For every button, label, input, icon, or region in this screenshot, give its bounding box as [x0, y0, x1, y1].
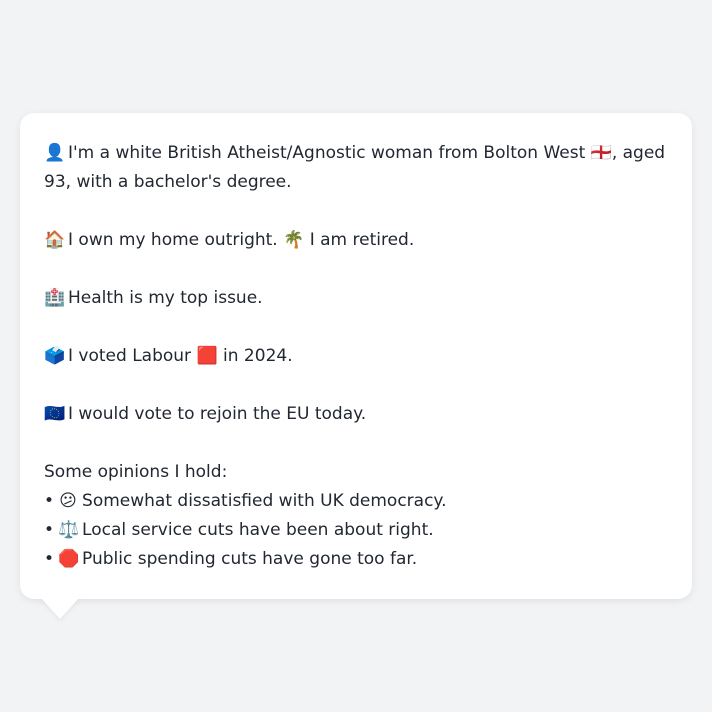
vote-year-text: in 2024. [223, 346, 293, 366]
opinions-list: • 😕 Somewhat dissatisfied with UK democrac… [44, 487, 668, 574]
ballot-box-icon: 🗳️ [44, 346, 66, 366]
retired-text: I am retired. [309, 230, 415, 250]
bullet: • [44, 491, 55, 511]
list-item: • 😕 Somewhat dissatisfied with UK democrac… [44, 487, 668, 516]
opinion-text: Public spending cuts have gone too far. [82, 549, 418, 569]
person-icon: 👤 [44, 143, 66, 163]
housing-line: 🏠 I own my home outright. 🌴 I am retired. [44, 226, 668, 255]
issue-line: 🏥 Health is my top issue. [44, 284, 668, 313]
bullet: • [44, 520, 55, 540]
red-square-icon: 🟥 [196, 346, 218, 366]
list-item: • ⚖️ Local service cuts have been about ri… [44, 516, 668, 545]
hospital-icon: 🏥 [44, 288, 66, 308]
intro-line: 👤 I'm a white British Atheist/Agnostic wo… [44, 139, 668, 197]
eu-flag-icon: 🇪🇺 [44, 404, 66, 424]
bubble-tail [40, 597, 80, 619]
list-item: • 🛑 Public spending cuts have gone too far… [44, 545, 668, 574]
chat-stage: 👤 I'm a white British Atheist/Agnostic wo… [0, 0, 712, 712]
vote-text: I voted Labour [68, 346, 192, 366]
opinions-heading: Some opinions I hold: [44, 462, 228, 482]
vote-line: 🗳️ I voted Labour 🟥 in 2024. [44, 342, 668, 371]
housing-text: I own my home outright. [68, 230, 278, 250]
message-bubble: 👤 I'm a white British Atheist/Agnostic wo… [20, 113, 692, 599]
palm-tree-icon: 🌴 [283, 230, 305, 250]
bullet: • [44, 549, 55, 569]
opinion-text: Somewhat dissatisfied with UK democracy. [82, 491, 447, 511]
issue-text: Health is my top issue. [68, 288, 263, 308]
stop-sign-icon: 🛑 [58, 549, 80, 569]
confused-face-icon: 😕 [59, 491, 77, 511]
house-icon: 🏠 [44, 230, 66, 250]
balance-scale-icon: ⚖️ [58, 520, 80, 540]
opinion-text: Local service cuts have been about right… [82, 520, 434, 540]
intro-text: I'm a white British Atheist/Agnostic wom… [68, 143, 586, 163]
opinions-section: Some opinions I hold: • 😕 Somewhat dissati… [44, 458, 668, 574]
england-flag-icon: 🏴󠁧󠁢󠁥󠁮󠁧󠁿 [590, 143, 612, 163]
eu-text: I would vote to rejoin the EU today. [68, 404, 367, 424]
eu-line: 🇪🇺 I would vote to rejoin the EU today. [44, 400, 668, 429]
